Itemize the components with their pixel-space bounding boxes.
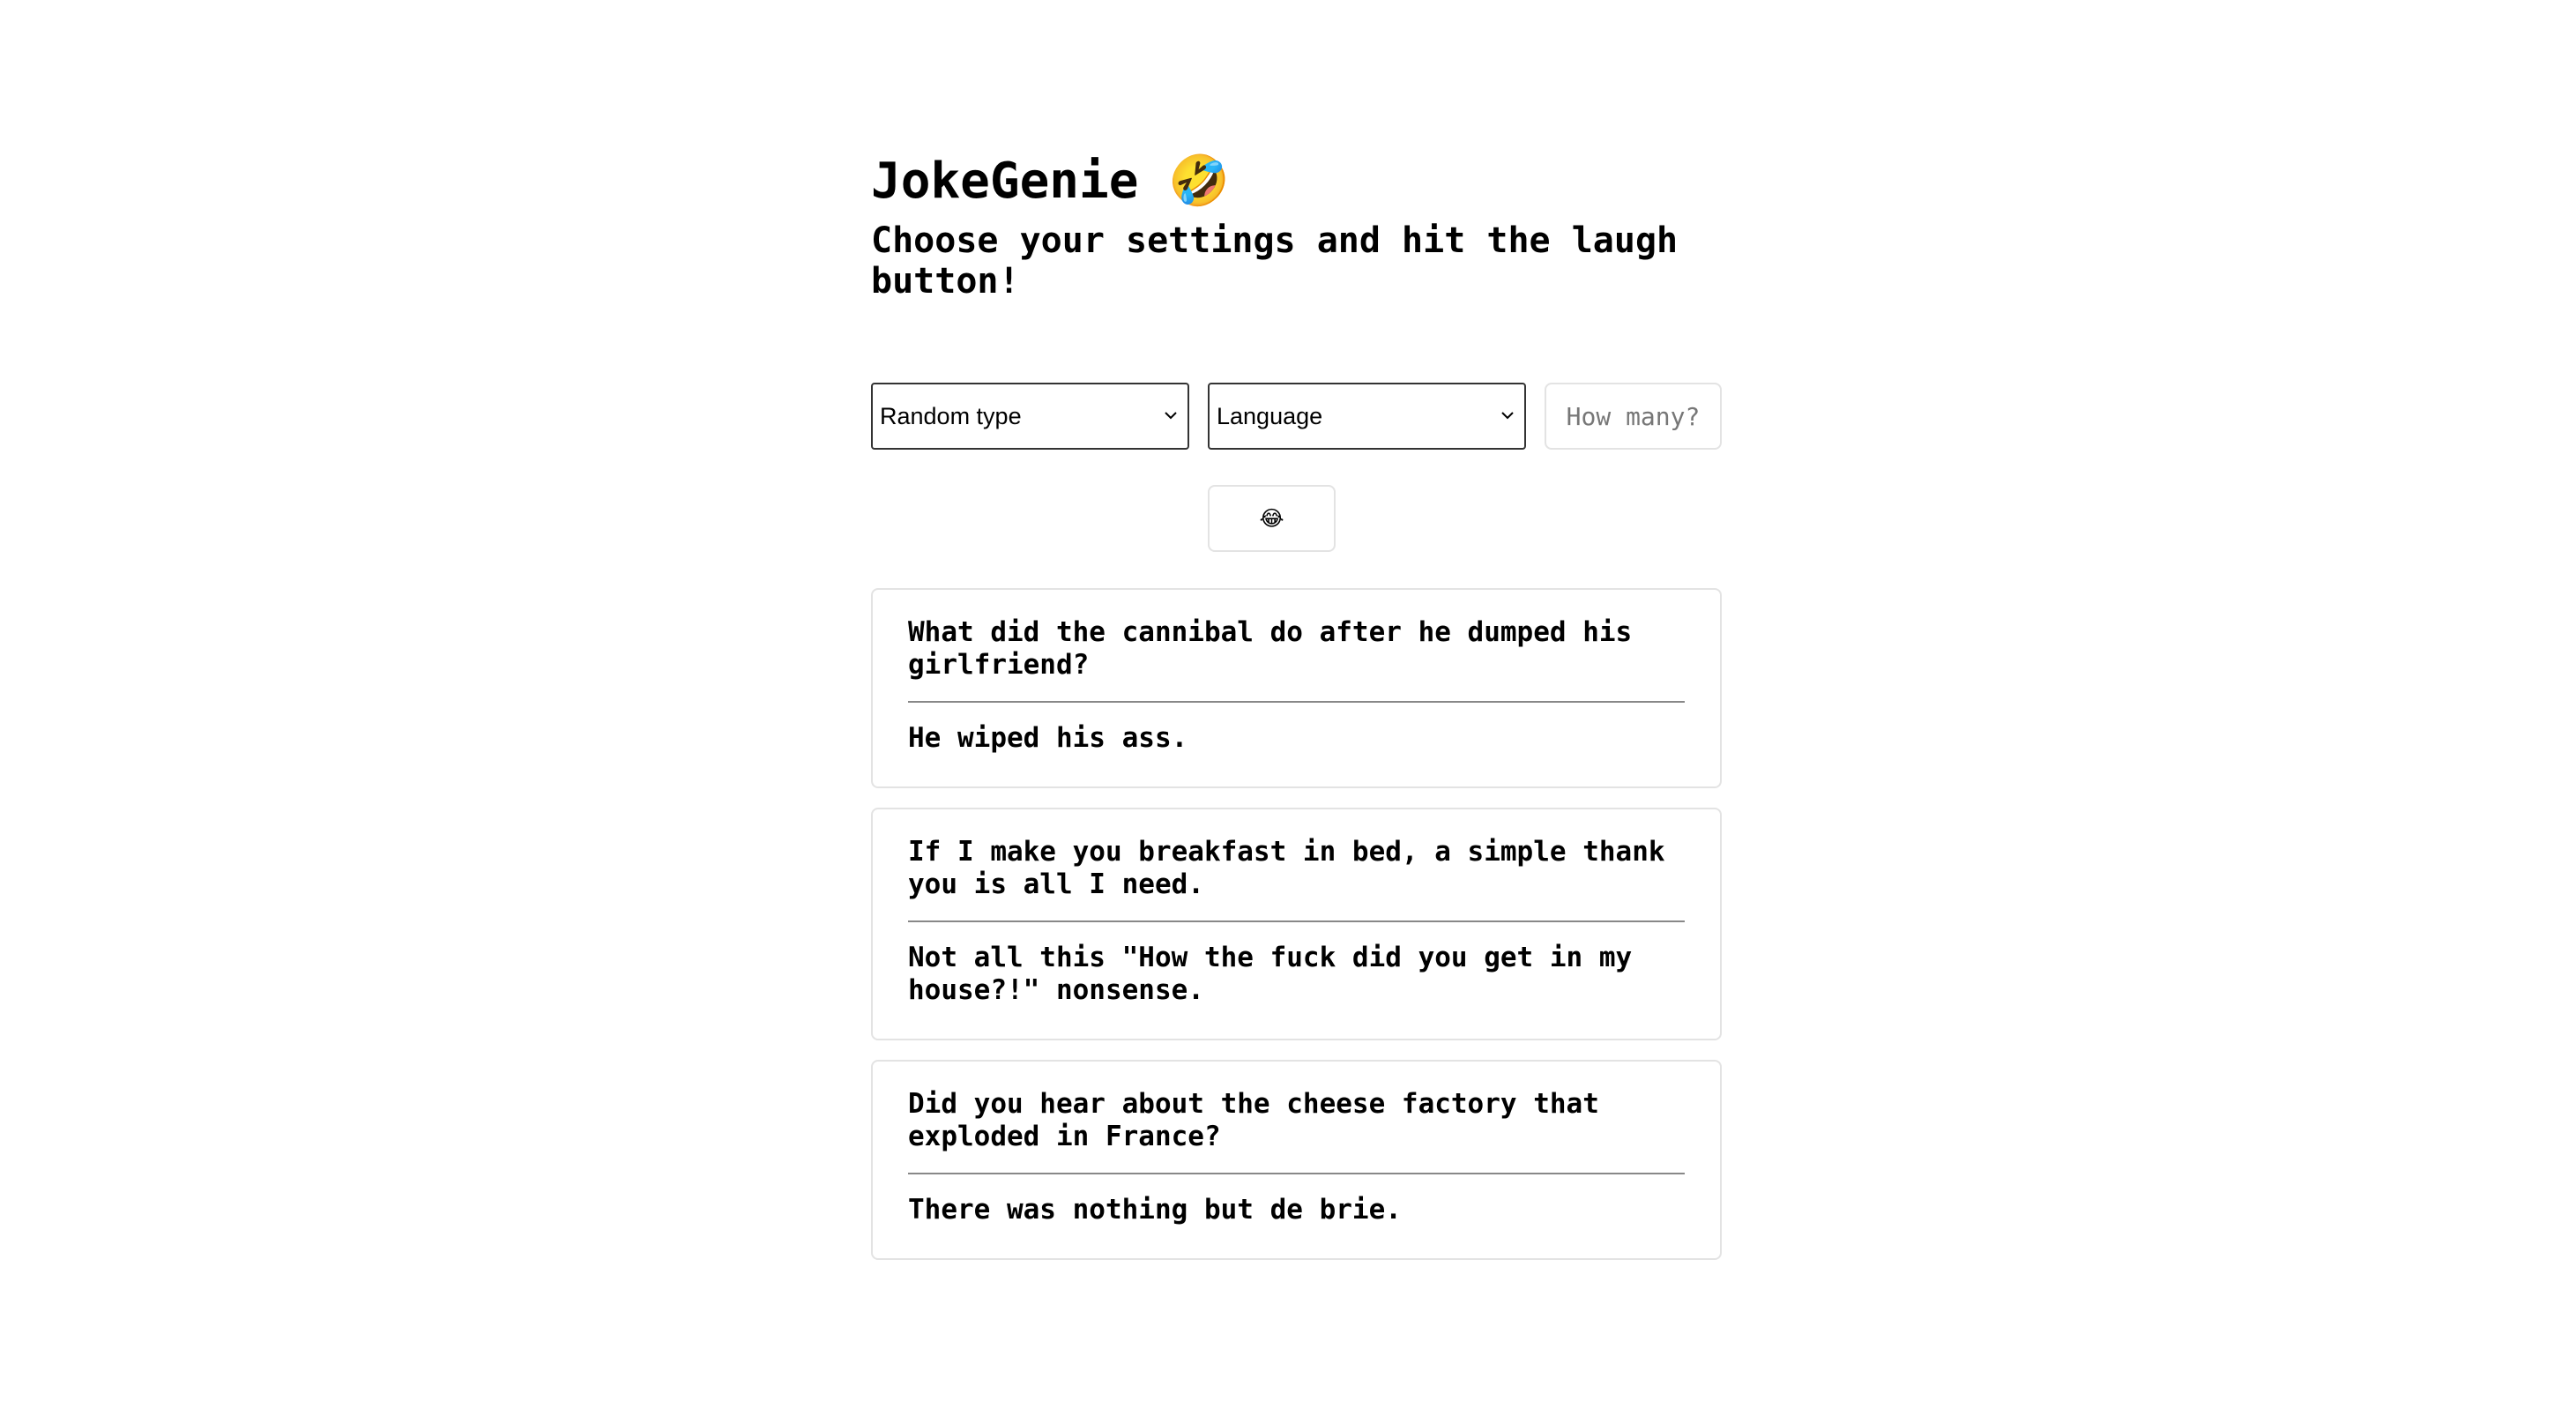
- joke-setup: What did the cannibal do after he dumped…: [908, 616, 1633, 681]
- page-subtitle: Choose your settings and hit the laugh b…: [871, 220, 1679, 302]
- joke-card: What did the cannibal do after he dumped…: [871, 588, 1722, 788]
- joke-divider: [908, 920, 1685, 922]
- language-selected-value: Language: [1217, 402, 1323, 429]
- rofl-emoji-icon: 🤣: [1168, 153, 1230, 210]
- laugh-button[interactable]: 😂: [1208, 485, 1336, 552]
- joke-card: If I make you breakfast in bed, a simple…: [871, 808, 1722, 1040]
- joke-type-selected-value: Random type: [880, 402, 1022, 429]
- joke-divider: [908, 701, 1685, 703]
- joke-setup: Did you hear about the cheese factory th…: [908, 1088, 1599, 1152]
- joke-type-select[interactable]: Random type: [871, 383, 1189, 450]
- laugh-emoji-icon: 😂: [1259, 506, 1284, 531]
- joke-divider: [908, 1173, 1685, 1174]
- settings-controls: Random type Language: [871, 383, 1722, 450]
- joke-punchline: There was nothing but de brie.: [908, 1194, 1402, 1226]
- joke-punchline: Not all this "How the fuck did you get i…: [908, 942, 1633, 1006]
- jokes-list: What did the cannibal do after he dumped…: [871, 588, 1722, 1279]
- joke-punchline: He wiped his ass.: [908, 722, 1188, 754]
- chevron-down-icon: [1501, 412, 1514, 420]
- joke-card: Did you hear about the cheese factory th…: [871, 1060, 1722, 1260]
- chevron-down-icon: [1165, 412, 1177, 420]
- page-title: JokeGenie 🤣: [871, 150, 1722, 213]
- joke-setup: If I make you breakfast in bed, a simple…: [908, 836, 1665, 900]
- language-select[interactable]: Language: [1208, 383, 1526, 450]
- joke-count-input[interactable]: [1545, 383, 1722, 450]
- app-title-text: JokeGenie: [871, 153, 1139, 210]
- app-container: JokeGenie 🤣 Choose your settings and hit…: [871, 150, 1722, 1260]
